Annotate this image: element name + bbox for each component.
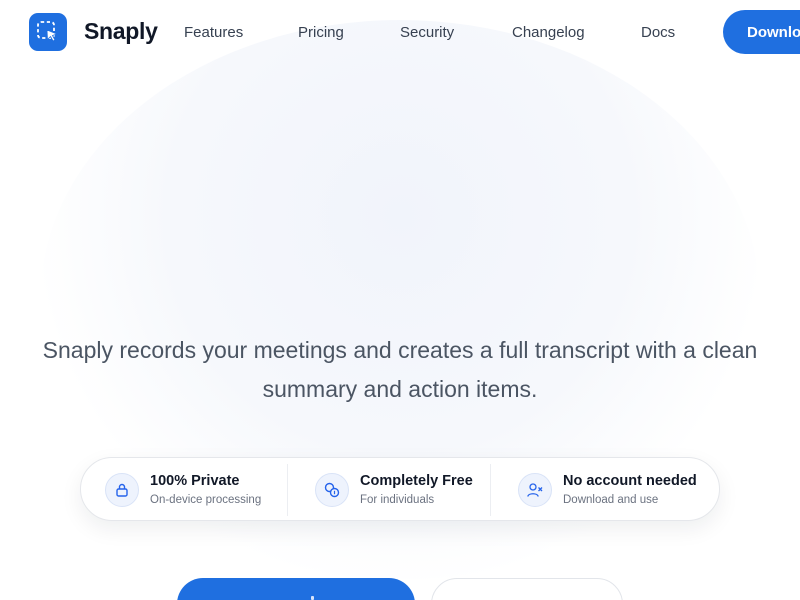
feature-subtitle: On-device processing bbox=[150, 494, 262, 506]
coins-icon bbox=[315, 473, 349, 507]
user-x-icon bbox=[518, 473, 552, 507]
feature-highlights: 100% Private On-device processing Comple… bbox=[80, 457, 720, 521]
secondary-cta-button[interactable] bbox=[431, 578, 623, 600]
selection-cursor-icon bbox=[37, 21, 58, 42]
feature-title: Completely Free bbox=[360, 473, 473, 489]
feature-free: Completely Free For individuals bbox=[315, 458, 473, 522]
lock-icon bbox=[105, 473, 139, 507]
feature-divider bbox=[287, 464, 288, 516]
brand-name[interactable]: Snaply bbox=[84, 18, 158, 45]
feature-subtitle: For individuals bbox=[360, 494, 435, 506]
landing-page: Snaply Features Pricing Security Changel… bbox=[0, 0, 800, 600]
feature-title: 100% Private bbox=[150, 473, 240, 489]
nav-features[interactable]: Features bbox=[184, 24, 243, 41]
primary-cta-button[interactable] bbox=[177, 578, 415, 600]
nav-security[interactable]: Security bbox=[400, 24, 454, 41]
download-button-label: Download bbox=[747, 23, 800, 41]
feature-divider bbox=[490, 464, 491, 516]
feature-private: 100% Private On-device processing bbox=[105, 458, 261, 522]
feature-no-account: No account needed Download and use bbox=[518, 458, 697, 522]
primary-cta-glyph bbox=[311, 596, 314, 600]
hero-tagline: Snaply records your meetings and creates… bbox=[42, 337, 758, 402]
download-button[interactable]: Download bbox=[723, 10, 800, 54]
feature-subtitle: Download and use bbox=[563, 494, 659, 506]
nav-changelog[interactable]: Changelog bbox=[512, 24, 585, 41]
nav-docs[interactable]: Docs bbox=[641, 24, 675, 41]
feature-title: No account needed bbox=[563, 473, 697, 489]
nav-pricing[interactable]: Pricing bbox=[298, 24, 344, 41]
logo-icon[interactable] bbox=[29, 13, 67, 51]
